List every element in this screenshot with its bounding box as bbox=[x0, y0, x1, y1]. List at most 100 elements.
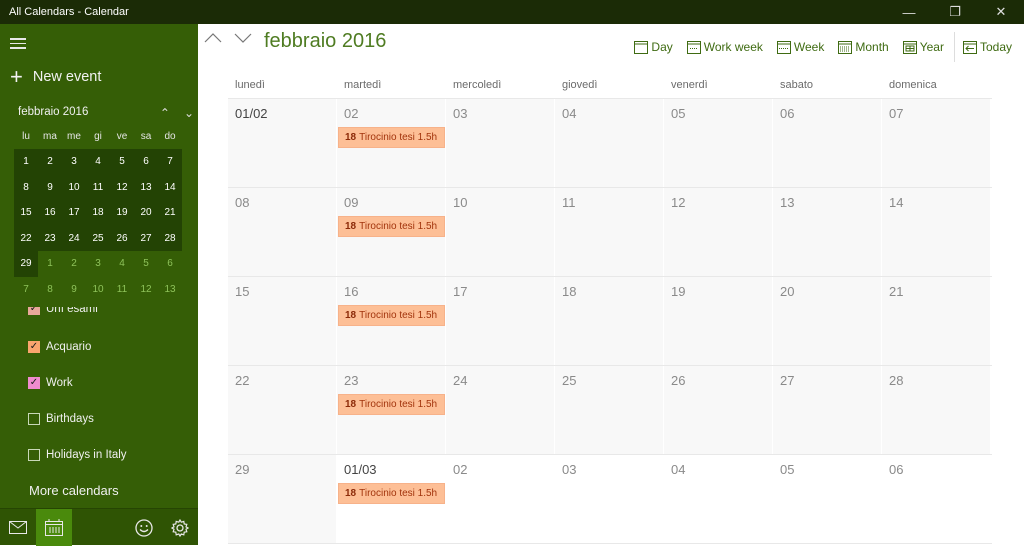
day-cell[interactable]: 06 bbox=[882, 455, 991, 543]
mini-calendar-day[interactable]: 27 bbox=[134, 225, 158, 251]
minimize-button[interactable]: — bbox=[886, 0, 932, 24]
mini-calendar-day[interactable]: 9 bbox=[38, 174, 62, 200]
day-cell[interactable]: 18 bbox=[555, 277, 664, 365]
mini-calendar-day[interactable]: 5 bbox=[134, 251, 158, 277]
calendar-event[interactable]: 18 Tirocinio tesi 1.5h bbox=[338, 305, 445, 326]
month-view-button[interactable]: Month bbox=[838, 40, 889, 54]
mini-calendar-day[interactable]: 10 bbox=[86, 277, 110, 303]
mini-calendar-day[interactable]: 24 bbox=[62, 225, 86, 251]
week-view-button[interactable]: Week bbox=[776, 40, 824, 54]
day-cell[interactable]: 12 bbox=[664, 188, 773, 276]
day-cell[interactable]: 19 bbox=[664, 277, 773, 365]
mini-calendar-day[interactable]: 26 bbox=[110, 225, 134, 251]
day-cell[interactable]: 01/02 bbox=[228, 99, 337, 187]
checkbox-checked-icon[interactable]: ✓ bbox=[28, 341, 40, 353]
mini-calendar-day[interactable]: 7 bbox=[14, 277, 38, 303]
mini-calendar-month[interactable]: febbraio 2016 bbox=[18, 106, 88, 120]
mini-calendar-day[interactable]: 4 bbox=[86, 149, 110, 175]
calendar-event[interactable]: 18 Tirocinio tesi 1.5h bbox=[338, 127, 445, 148]
mini-calendar-day[interactable]: 8 bbox=[38, 277, 62, 303]
day-cell[interactable]: 16 18 Tirocinio tesi 1.5h bbox=[337, 277, 446, 365]
mini-next-month-icon[interactable]: ⌄ bbox=[184, 106, 194, 120]
day-cell[interactable]: 15 bbox=[228, 277, 337, 365]
mini-calendar-day[interactable]: 25 bbox=[86, 225, 110, 251]
mini-calendar-day[interactable]: 6 bbox=[134, 149, 158, 175]
calendar-event[interactable]: 18 Tirocinio tesi 1.5h bbox=[338, 483, 445, 504]
day-cell[interactable]: 08 bbox=[228, 188, 337, 276]
calendar-list-item[interactable]: Birthdays bbox=[28, 413, 94, 425]
day-cell[interactable]: 17 bbox=[446, 277, 555, 365]
day-cell[interactable]: 14 bbox=[882, 188, 991, 276]
next-month-icon[interactable] bbox=[234, 32, 252, 44]
day-view-button[interactable]: Day bbox=[634, 40, 673, 54]
calendar-list-item[interactable]: ✓ Acquario bbox=[28, 341, 91, 353]
day-cell[interactable]: 25 bbox=[555, 366, 664, 454]
calendar-event[interactable]: 18 Tirocinio tesi 1.5h bbox=[338, 394, 445, 415]
mini-calendar-day[interactable]: 12 bbox=[110, 174, 134, 200]
mini-calendar-day[interactable]: 22 bbox=[14, 225, 38, 251]
mini-calendar-day[interactable]: 1 bbox=[38, 251, 62, 277]
day-cell[interactable]: 03 bbox=[446, 99, 555, 187]
day-cell[interactable]: 29 bbox=[228, 455, 337, 543]
day-cell[interactable]: 22 bbox=[228, 366, 337, 454]
day-cell[interactable]: 05 bbox=[664, 99, 773, 187]
mini-calendar-day[interactable]: 21 bbox=[158, 200, 182, 226]
mini-calendar-day[interactable]: 11 bbox=[110, 277, 134, 303]
day-cell[interactable]: 26 bbox=[664, 366, 773, 454]
mini-calendar-day[interactable]: 9 bbox=[62, 277, 86, 303]
mini-calendar-day[interactable]: 10 bbox=[62, 174, 86, 200]
mini-calendar-day[interactable]: 23 bbox=[38, 225, 62, 251]
previous-month-icon[interactable] bbox=[204, 32, 222, 44]
mini-calendar-day[interactable]: 4 bbox=[110, 251, 134, 277]
mini-calendar-day[interactable]: 3 bbox=[62, 149, 86, 175]
mini-calendar-day[interactable]: 13 bbox=[134, 174, 158, 200]
day-cell[interactable]: 11 bbox=[555, 188, 664, 276]
day-cell[interactable]: 20 bbox=[773, 277, 882, 365]
day-cell[interactable]: 04 bbox=[555, 99, 664, 187]
mini-calendar-day[interactable]: 11 bbox=[86, 174, 110, 200]
mini-calendar-day[interactable]: 13 bbox=[158, 277, 182, 303]
day-cell[interactable]: 24 bbox=[446, 366, 555, 454]
more-calendars-link[interactable]: More calendars bbox=[29, 483, 119, 498]
mini-calendar-day[interactable]: 3 bbox=[86, 251, 110, 277]
work-week-view-button[interactable]: Work week bbox=[686, 40, 763, 54]
day-cell[interactable]: 13 bbox=[773, 188, 882, 276]
restore-button[interactable]: ❐ bbox=[932, 0, 978, 24]
mini-calendar-day[interactable]: 20 bbox=[134, 200, 158, 226]
year-view-button[interactable]: Year bbox=[902, 40, 944, 54]
mini-calendar-day[interactable]: 2 bbox=[38, 149, 62, 175]
day-cell[interactable]: 27 bbox=[773, 366, 882, 454]
today-button[interactable]: Today bbox=[962, 40, 1012, 54]
mini-calendar-day[interactable]: 14 bbox=[158, 174, 182, 200]
mini-calendar-day[interactable]: 29 bbox=[14, 251, 38, 277]
close-button[interactable]: ✕ bbox=[978, 0, 1024, 24]
calendar-button[interactable] bbox=[36, 509, 72, 546]
checkbox-checked-icon[interactable]: ✓ bbox=[28, 377, 40, 389]
day-cell[interactable]: 06 bbox=[773, 99, 882, 187]
mini-calendar-day[interactable]: 7 bbox=[158, 149, 182, 175]
day-cell[interactable]: 05 bbox=[773, 455, 882, 543]
mini-calendar-day[interactable]: 5 bbox=[110, 149, 134, 175]
day-cell[interactable]: 01/03 18 Tirocinio tesi 1.5h bbox=[337, 455, 446, 543]
day-cell[interactable]: 23 18 Tirocinio tesi 1.5h bbox=[337, 366, 446, 454]
mini-calendar-day[interactable]: 18 bbox=[86, 200, 110, 226]
day-cell[interactable]: 03 bbox=[555, 455, 664, 543]
calendar-event[interactable]: 18 Tirocinio tesi 1.5h bbox=[338, 216, 445, 237]
day-cell[interactable]: 07 bbox=[882, 99, 991, 187]
mini-calendar-day[interactable]: 17 bbox=[62, 200, 86, 226]
feedback-button[interactable] bbox=[126, 509, 162, 546]
checkbox-unchecked-icon[interactable] bbox=[28, 449, 40, 461]
mini-calendar-day[interactable]: 2 bbox=[62, 251, 86, 277]
mini-calendar-day[interactable]: 6 bbox=[158, 251, 182, 277]
mini-calendar-day[interactable]: 28 bbox=[158, 225, 182, 251]
settings-button[interactable] bbox=[162, 509, 198, 546]
day-cell[interactable]: 02 18 Tirocinio tesi 1.5h bbox=[337, 99, 446, 187]
mini-calendar-day[interactable]: 1 bbox=[14, 149, 38, 175]
calendar-list-item[interactable]: Holidays in Italy bbox=[28, 449, 127, 461]
mail-button[interactable] bbox=[0, 509, 36, 546]
day-cell[interactable]: 28 bbox=[882, 366, 991, 454]
hamburger-menu-icon[interactable] bbox=[10, 38, 26, 50]
mini-calendar-day[interactable]: 16 bbox=[38, 200, 62, 226]
calendar-list-item[interactable]: ✓ Work bbox=[28, 377, 73, 389]
mini-calendar-day[interactable]: 8 bbox=[14, 174, 38, 200]
